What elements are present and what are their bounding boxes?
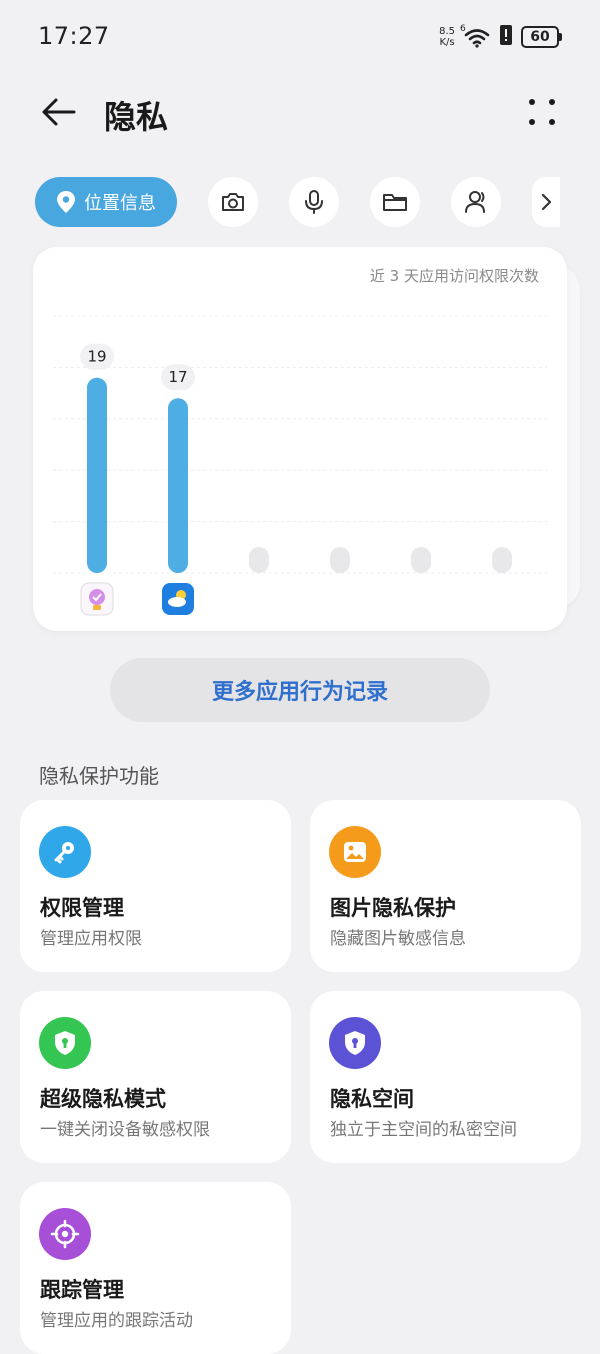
- more-options-button[interactable]: [524, 94, 560, 130]
- chart-bar-empty: [411, 547, 431, 573]
- chart-bar-empty: [249, 547, 269, 573]
- alert-icon: [499, 24, 513, 50]
- contacts-icon: [465, 191, 485, 213]
- status-icons: 8.5 K/s 6 60: [439, 24, 562, 50]
- tab-camera[interactable]: [208, 177, 258, 227]
- feature-picture-privacy[interactable]: 图片隐私保护 隐藏图片敏感信息: [310, 800, 581, 972]
- theme-app-icon-base: [93, 605, 101, 610]
- feature-subtitle: 隐藏图片敏感信息: [330, 929, 466, 949]
- tab-files[interactable]: [370, 177, 420, 227]
- feature-title: 权限管理: [40, 896, 124, 920]
- target-icon: [39, 1208, 91, 1260]
- microphone-icon: [305, 190, 323, 214]
- feature-title: 跟踪管理: [40, 1278, 124, 1302]
- feature-super-privacy-mode[interactable]: 超级隐私模式 一键关闭设备敏感权限: [20, 991, 291, 1163]
- back-button[interactable]: [36, 92, 80, 132]
- battery-icon: 60: [521, 26, 562, 48]
- permission-category-tabs: 位置信息: [35, 177, 565, 227]
- feature-tracking-management[interactable]: 跟踪管理 管理应用的跟踪活动: [20, 1182, 291, 1354]
- net-speed-unit: K/s: [439, 37, 455, 48]
- tab-location[interactable]: 位置信息: [35, 177, 177, 227]
- chevron-right-icon: [541, 193, 552, 211]
- chart-bar: [87, 377, 107, 573]
- four-dots-icon: [529, 99, 555, 125]
- data-label: 17: [168, 368, 187, 386]
- net-speed-value: 8.5: [439, 26, 455, 37]
- feature-title: 隐私空间: [330, 1087, 414, 1111]
- shield-lock-icon: [329, 1017, 381, 1069]
- more-app-activity-button[interactable]: 更多应用行为记录: [110, 658, 490, 722]
- tab-contacts[interactable]: [451, 177, 501, 227]
- permission-access-chart[interactable]: 近 3 天应用访问权限次数 19 17: [33, 247, 567, 631]
- picture-icon: [329, 826, 381, 878]
- feature-private-space[interactable]: 隐私空间 独立于主空间的私密空间: [310, 991, 581, 1163]
- chart-bar-empty: [492, 547, 512, 573]
- bar-chart: 1917: [53, 315, 547, 616]
- feature-permission-management[interactable]: 权限管理 管理应用权限: [20, 800, 291, 972]
- feature-title: 超级隐私模式: [40, 1087, 166, 1111]
- camera-icon: [222, 193, 244, 211]
- feature-subtitle: 管理应用的跟踪活动: [40, 1311, 193, 1331]
- feature-subtitle: 一键关闭设备敏感权限: [40, 1120, 210, 1140]
- network-speed: 8.5 K/s: [439, 26, 455, 48]
- section-title: 隐私保护功能: [39, 764, 159, 788]
- data-label: 19: [87, 348, 106, 366]
- feature-title: 图片隐私保护: [330, 896, 456, 920]
- arrow-left-icon: [42, 98, 76, 126]
- theme-app-icon-bulb: [89, 589, 105, 605]
- battery-level: 60: [521, 26, 559, 48]
- tabs-scroll-right[interactable]: [532, 177, 560, 227]
- folder-icon: [383, 194, 407, 211]
- tab-location-label: 位置信息: [84, 193, 156, 214]
- status-time: 17:27: [38, 22, 110, 50]
- wifi-badge: 6: [460, 24, 466, 34]
- location-pin-icon: [57, 191, 75, 213]
- shield-lock-icon: [39, 1017, 91, 1069]
- header: 隐私: [0, 82, 600, 142]
- tab-microphone[interactable]: [289, 177, 339, 227]
- feature-subtitle: 管理应用权限: [40, 929, 142, 949]
- wifi-icon: 6: [460, 24, 491, 48]
- chart-bar: [168, 398, 188, 573]
- page-title: 隐私: [104, 98, 169, 136]
- feature-subtitle: 独立于主空间的私密空间: [330, 1120, 517, 1140]
- key-icon: [39, 826, 91, 878]
- status-bar: 17:27 8.5 K/s 6 60: [0, 0, 600, 76]
- chart-bar-empty: [330, 547, 350, 573]
- weather-app-icon-cloud: [168, 597, 186, 607]
